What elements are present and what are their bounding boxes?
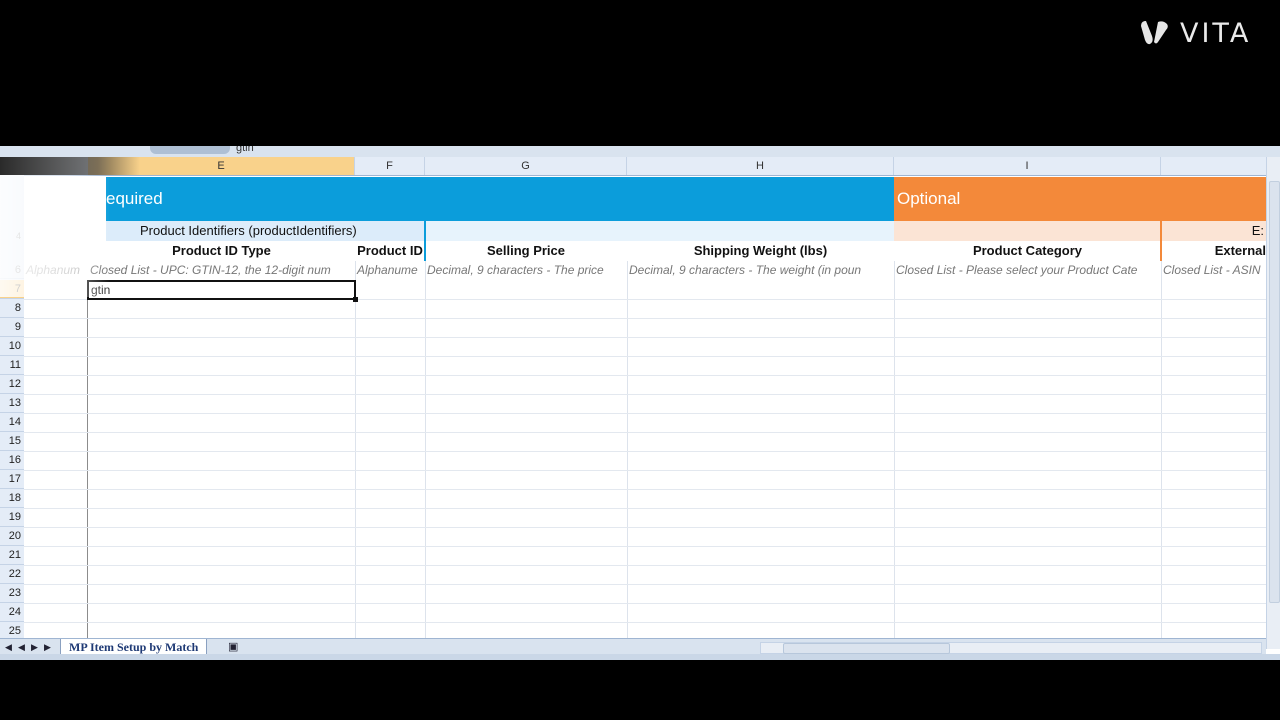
row-header[interactable]: 11 bbox=[0, 356, 24, 375]
row-header[interactable]: 10 bbox=[0, 337, 24, 356]
grid-line bbox=[24, 527, 1266, 528]
row-header[interactable]: 9 bbox=[0, 318, 24, 337]
name-box[interactable] bbox=[150, 146, 230, 154]
row-header[interactable]: 18 bbox=[0, 489, 24, 508]
row-header[interactable]: 8 bbox=[0, 299, 24, 318]
row-header[interactable]: 21 bbox=[0, 546, 24, 565]
grid-line bbox=[24, 356, 1266, 357]
formula-bar-content[interactable]: gtin bbox=[236, 146, 254, 154]
status-bar bbox=[0, 654, 1280, 660]
grid-line bbox=[24, 489, 1266, 490]
grid-line bbox=[24, 375, 1266, 376]
active-cell-e7[interactable]: gtin bbox=[87, 280, 356, 300]
column-header-bar: E F G H I bbox=[0, 157, 1266, 176]
grid-line bbox=[24, 622, 1266, 623]
next-sheet-icon[interactable]: ▶ bbox=[31, 639, 38, 655]
prev-sheet-icon[interactable]: ◀ bbox=[18, 639, 25, 655]
grid-line bbox=[24, 470, 1266, 471]
description-cell[interactable]: Closed List - ASIN bbox=[1161, 261, 1266, 279]
grid-line bbox=[24, 394, 1266, 395]
fill-handle[interactable] bbox=[353, 297, 358, 302]
header-selling-price[interactable]: Selling Price bbox=[425, 241, 627, 261]
grid-line bbox=[24, 318, 1266, 319]
insert-sheet-icon[interactable]: ▣ bbox=[228, 639, 238, 655]
column-header-h[interactable]: H bbox=[627, 157, 894, 175]
column-header-j[interactable] bbox=[1161, 157, 1266, 175]
horizontal-scroll-thumb[interactable] bbox=[783, 643, 950, 654]
row-header-selected[interactable]: 7 bbox=[0, 280, 24, 299]
row-header[interactable]: 23 bbox=[0, 584, 24, 603]
spreadsheet-window: gtin E F G H I 4 6 7 8 9 10 11 12 13 14 … bbox=[0, 146, 1280, 660]
first-sheet-icon[interactable]: ◀ bbox=[5, 639, 12, 655]
row-header[interactable]: 6 bbox=[0, 261, 24, 279]
group-row-cell[interactable] bbox=[425, 221, 894, 241]
optional-group-cell[interactable]: E: bbox=[894, 221, 1266, 241]
header-product-category[interactable]: Product Category bbox=[894, 241, 1161, 261]
sheet-tab-bar: ◀ ◀ ▶ ▶ MP Item Setup by Match ▣ bbox=[0, 638, 1266, 656]
group-fragment: E: bbox=[1251, 223, 1264, 238]
description-cell[interactable]: Decimal, 9 characters - The weight (in p… bbox=[627, 261, 894, 279]
vertical-scrollbar[interactable] bbox=[1266, 157, 1280, 649]
column-header-g[interactable]: G bbox=[425, 157, 627, 175]
row-header[interactable]: 17 bbox=[0, 470, 24, 489]
grid-line bbox=[24, 451, 1266, 452]
grid-line bbox=[24, 565, 1266, 566]
grid-line bbox=[24, 508, 1266, 509]
description-cell[interactable]: Alphanume bbox=[355, 261, 425, 279]
row-header[interactable]: 20 bbox=[0, 527, 24, 546]
grid-line bbox=[24, 546, 1266, 547]
grid-line bbox=[24, 337, 1266, 338]
column-header-f[interactable]: F bbox=[355, 157, 425, 175]
grid-line bbox=[24, 584, 1266, 585]
grid-line bbox=[24, 413, 1266, 414]
row-header[interactable]: 19 bbox=[0, 508, 24, 527]
description-cell[interactable]: Closed List - UPC: GTIN-12, the 12-digit… bbox=[88, 261, 355, 279]
header-product-id[interactable]: Product ID bbox=[355, 241, 425, 261]
row-header[interactable]: 24 bbox=[0, 603, 24, 622]
header-external[interactable]: External bbox=[1161, 241, 1266, 261]
grid-line bbox=[24, 432, 1266, 433]
product-identifiers-group[interactable]: Product Identifiers (productIdentifiers) bbox=[106, 221, 425, 241]
optional-banner[interactable]: Optional bbox=[894, 177, 1266, 221]
row-header[interactable]: 15 bbox=[0, 432, 24, 451]
description-cell[interactable]: Alphanum bbox=[24, 261, 88, 279]
grid-line bbox=[24, 603, 1266, 604]
description-cell[interactable]: Closed List - Please select your Product… bbox=[894, 261, 1161, 279]
row-header[interactable]: 12 bbox=[0, 375, 24, 394]
column-header-i[interactable]: I bbox=[894, 157, 1161, 175]
row-header[interactable]: 4 bbox=[0, 231, 24, 241]
description-cell[interactable]: Decimal, 9 characters - The price bbox=[425, 261, 627, 279]
row-header[interactable]: 14 bbox=[0, 413, 24, 432]
header-shipping-weight[interactable]: Shipping Weight (lbs) bbox=[627, 241, 894, 261]
group-label: Product Identifiers (productIdentifiers) bbox=[140, 223, 357, 238]
formula-bar: gtin bbox=[0, 146, 1280, 157]
row-header[interactable]: 13 bbox=[0, 394, 24, 413]
video-fade-overlay bbox=[0, 157, 140, 175]
row-header[interactable]: 22 bbox=[0, 565, 24, 584]
required-banner[interactable]: equired bbox=[106, 177, 894, 221]
vita-logo-icon bbox=[1141, 21, 1168, 45]
header-product-id-type[interactable]: Product ID Type bbox=[88, 241, 355, 261]
row-header-column: 4 6 7 8 9 10 11 12 13 14 15 16 17 18 19 … bbox=[0, 175, 24, 660]
horizontal-scrollbar[interactable] bbox=[760, 642, 1262, 654]
row-header[interactable]: 16 bbox=[0, 451, 24, 470]
vertical-scroll-thumb[interactable] bbox=[1269, 181, 1280, 603]
watermark-brand: VITA bbox=[1180, 18, 1252, 49]
last-sheet-icon[interactable]: ▶ bbox=[44, 639, 51, 655]
vita-watermark: VITA bbox=[1138, 16, 1268, 50]
